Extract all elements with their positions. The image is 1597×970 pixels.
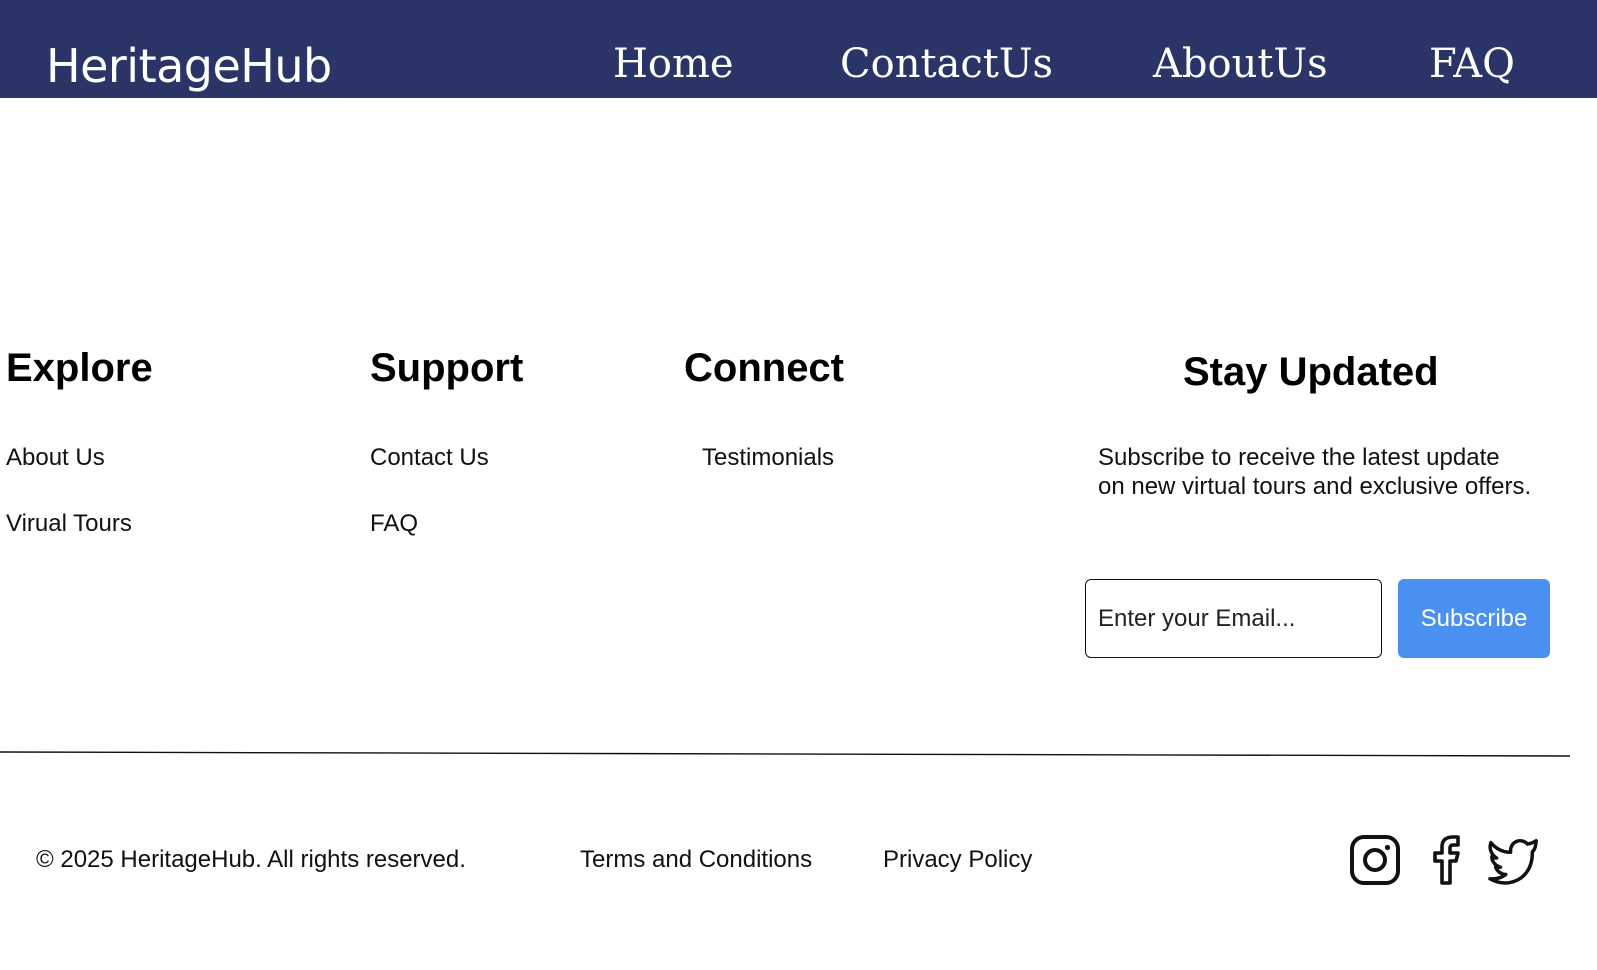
link-faq[interactable]: FAQ bbox=[370, 509, 418, 539]
instagram-icon[interactable] bbox=[1348, 833, 1402, 887]
link-contact-us[interactable]: Contact Us bbox=[370, 443, 489, 473]
subscribe-button[interactable]: Subscribe bbox=[1398, 579, 1550, 658]
newsletter-description-line-1: Subscribe to receive the latest update bbox=[1098, 444, 1500, 471]
newsletter-description: Subscribe to receive the latest update o… bbox=[1098, 443, 1578, 501]
brand-logo[interactable]: HeritageHub bbox=[46, 36, 332, 96]
connect-heading: Connect bbox=[684, 346, 844, 390]
link-about-us[interactable]: About Us bbox=[6, 443, 105, 473]
nav-faq[interactable]: FAQ bbox=[1429, 36, 1515, 92]
nav-home[interactable]: Home bbox=[613, 36, 734, 92]
footer-divider bbox=[0, 751, 1570, 757]
terms-link[interactable]: Terms and Conditions bbox=[580, 845, 812, 875]
nav-contact-us[interactable]: ContactUs bbox=[840, 36, 1053, 92]
link-testimonials[interactable]: Testimonials bbox=[702, 443, 834, 473]
newsletter-description-line-2: on new virtual tours and exclusive offer… bbox=[1098, 473, 1532, 500]
stay-updated-heading: Stay Updated bbox=[1183, 350, 1439, 394]
copyright-text: © 2025 HeritageHub. All rights reserved. bbox=[36, 846, 466, 873]
privacy-link[interactable]: Privacy Policy bbox=[883, 845, 1032, 875]
email-input[interactable] bbox=[1085, 579, 1382, 658]
top-navigation-bar: HeritageHub Home ContactUs AboutUs FAQ bbox=[0, 0, 1597, 98]
explore-heading: Explore bbox=[6, 346, 153, 390]
link-virtual-tours[interactable]: Virual Tours bbox=[6, 509, 132, 539]
nav-about-us[interactable]: AboutUs bbox=[1153, 36, 1328, 92]
facebook-icon[interactable] bbox=[1420, 833, 1474, 887]
support-heading: Support bbox=[370, 346, 524, 390]
twitter-icon[interactable] bbox=[1487, 833, 1541, 887]
